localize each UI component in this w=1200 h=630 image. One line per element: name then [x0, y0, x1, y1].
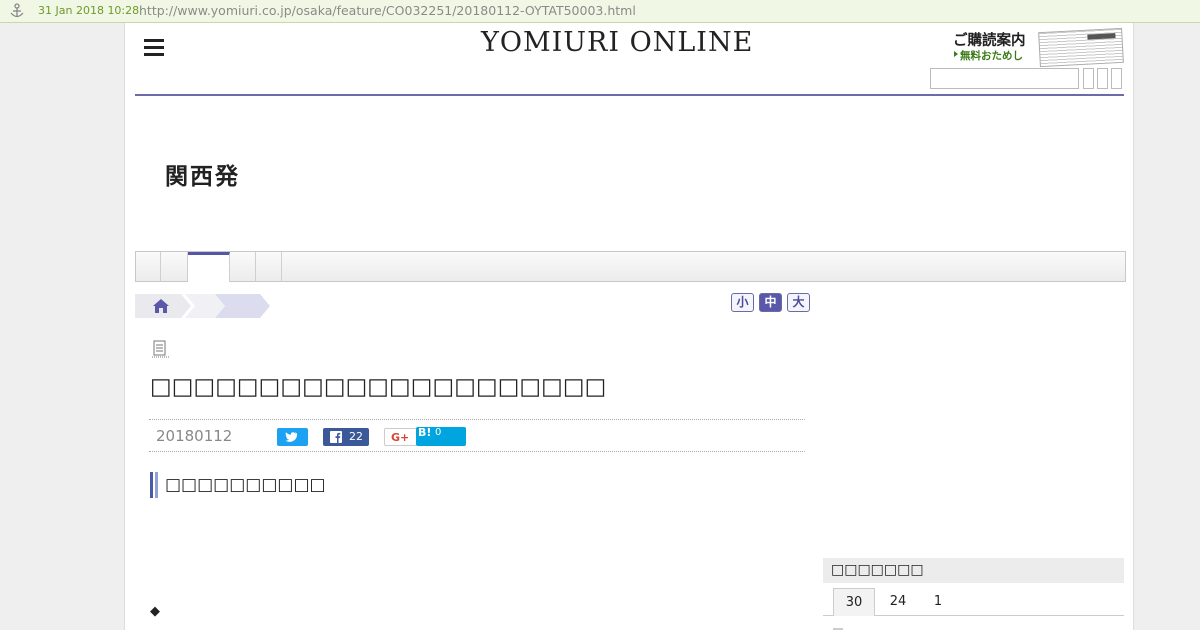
archive-bar: 31 Jan 2018 10:28 http://www.yomiuri.co.… [0, 0, 1200, 23]
tab-item[interactable] [256, 252, 282, 281]
site-logo[interactable]: YOMIURI ONLINE [481, 27, 753, 58]
article-date: 20180112 [156, 427, 233, 445]
newspaper-icon [1038, 27, 1124, 68]
tab-bar [135, 251, 1126, 282]
page-container: YOMIURI ONLINE ご購読案内 無料おためし 関西発 小 中 大 □□… [124, 23, 1134, 630]
googleplus-share-button[interactable]: G+ [384, 428, 417, 446]
search-option-button[interactable] [1097, 68, 1108, 89]
font-size-large-button[interactable]: 大 [787, 293, 810, 312]
facebook-icon [330, 431, 342, 443]
search-buttons [1083, 68, 1125, 89]
article-title: □□□□□□□□□□□□□□□□□□□□□ [150, 374, 607, 400]
ranking-tabs: 30 24 1 [823, 588, 1124, 616]
ranking-title: □□□□□□□ [823, 558, 1124, 583]
bullet-marker: ◆ [150, 604, 160, 619]
facebook-count: 22 [349, 430, 363, 443]
hatena-label: B! [418, 426, 432, 439]
ranking-tab-30[interactable]: 30 [833, 588, 875, 616]
font-size-switcher: 小 中 大 [731, 293, 815, 312]
search-button[interactable] [1083, 68, 1094, 89]
font-size-medium-button[interactable]: 中 [759, 293, 782, 312]
menu-icon[interactable] [144, 39, 164, 56]
twitter-icon [285, 432, 298, 442]
ranking-tab-1[interactable]: 1 [926, 588, 950, 616]
ranking-tab-24[interactable]: 24 [883, 588, 913, 616]
googleplus-label: G+ [391, 431, 410, 444]
anchor-icon[interactable] [9, 3, 25, 19]
header-divider [135, 94, 1124, 96]
subheading-text: □□□□□□□□□□ [165, 475, 326, 495]
subscribe-banner[interactable]: ご購読案内 無料おためし [951, 27, 1124, 68]
breadcrumb-home[interactable] [135, 294, 191, 318]
home-icon [153, 299, 169, 313]
facebook-share-button[interactable]: 22 [323, 428, 369, 446]
document-icon [152, 340, 169, 358]
font-size-small-button[interactable]: 小 [731, 293, 754, 312]
tab-item[interactable] [136, 252, 161, 281]
tab-item-active[interactable] [188, 252, 230, 282]
subscribe-title: ご購読案内 [953, 33, 1026, 49]
search-input[interactable] [930, 68, 1079, 89]
tab-item[interactable] [230, 252, 256, 281]
ranking-widget: □□□□□□□ 30 24 1 [823, 558, 1124, 630]
subscribe-trial: 無料おためし [954, 50, 1023, 62]
article-meta: 20180112 22 G+ B! 0 [149, 419, 805, 452]
twitter-share-button[interactable] [277, 428, 308, 446]
archive-date: 31 Jan 2018 10:28 [38, 4, 140, 17]
archive-url[interactable]: http://www.yomiuri.co.jp/osaka/feature/C… [139, 3, 636, 18]
article-subheading: □□□□□□□□□□ [150, 472, 326, 498]
hatena-count: 0 [435, 427, 442, 438]
tab-item[interactable] [161, 252, 188, 281]
section-title: 関西発 [165, 164, 240, 190]
search-option-button[interactable] [1111, 68, 1122, 89]
hatena-bookmark-button[interactable]: B! 0 [416, 426, 466, 446]
